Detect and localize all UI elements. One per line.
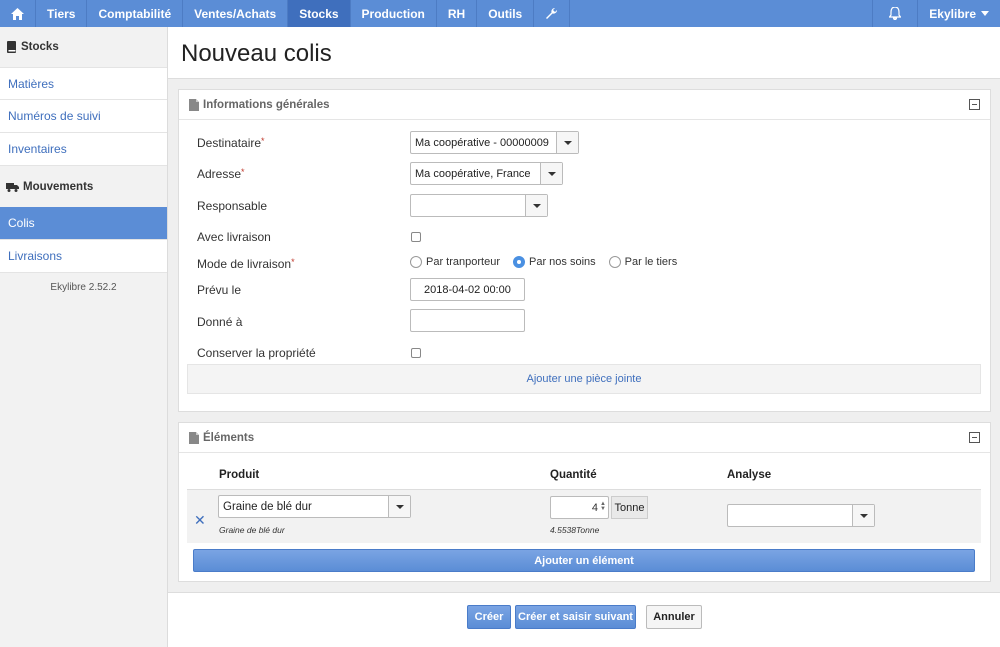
recipient-label: Destinataire* [197,136,265,150]
collapse-icon[interactable] [969,99,980,110]
home-icon[interactable] [0,0,36,27]
column-header-product: Produit [219,469,260,481]
add-element-button[interactable]: Ajouter un élément [193,549,975,572]
nav-production[interactable]: Production [351,0,437,27]
column-header-quantity: Quantité [550,469,597,481]
given-to-input[interactable] [410,309,525,332]
delivery-mode-label: Mode de livraison* [197,257,295,271]
sidebar-heading-mouvements: Mouvements [0,166,167,207]
planned-label: Prévu le [197,283,242,297]
planned-date-input[interactable]: 2018-04-02 00:00 [410,278,525,301]
with-delivery-checkbox[interactable] [411,232,421,242]
chevron-down-icon [981,11,989,16]
sidebar-item-inventaires[interactable]: Inventaires [0,133,167,166]
radio-button-checked[interactable] [512,256,525,268]
keep-ownership-checkbox[interactable] [411,348,421,358]
product-select[interactable]: Graine de blé dur [218,495,411,518]
delivery-mode-option-nos-soins[interactable]: Par nos soins [512,256,596,268]
delivery-mode-option-tiers[interactable]: Par le tiers [608,256,677,268]
sidebar-heading-stocks: Stocks [0,27,167,67]
book-icon [6,41,17,53]
user-menu[interactable]: Ekylibre [917,0,1000,27]
nav-ventes-achats[interactable]: Ventes/Achats [183,0,289,27]
cancel-button[interactable]: Annuler [646,605,702,629]
chevron-down-icon[interactable] [556,132,578,153]
create-button[interactable]: Créer [467,605,511,629]
chevron-down-icon[interactable] [525,195,547,216]
quantity-value: 4 [591,501,598,514]
sidebar-item-livraisons[interactable]: Livraisons [0,240,167,273]
analysis-select[interactable] [727,504,875,527]
responsible-select[interactable] [410,194,548,217]
recipient-select[interactable]: Ma coopérative - 00000009 [410,131,579,154]
product-subtitle: Graine de blé dur [219,525,285,535]
close-icon[interactable]: ✕ [194,512,206,529]
available-quantity: 4.5538Tonne [550,525,600,535]
column-header-analysis: Analyse [727,469,772,481]
given-to-label: Donné à [197,315,243,329]
elements-header[interactable]: Éléments [179,423,990,453]
nav-comptabilite[interactable]: Comptabilité [87,0,184,27]
document-icon [189,431,199,444]
sidebar: Stocks Matières Numéros de suivi Inventa… [0,27,168,647]
truck-icon [6,182,19,192]
keep-ownership-label: Conserver la propriété [197,346,316,360]
wrench-icon[interactable] [534,0,571,27]
sidebar-item-numeros-de-suivi[interactable]: Numéros de suivi [0,100,167,133]
sidebar-item-colis[interactable]: Colis [0,207,167,240]
create-and-next-button[interactable]: Créer et saisir suivant [515,605,636,629]
nav-stocks[interactable]: Stocks [288,0,351,27]
collapse-icon[interactable] [969,432,980,443]
general-info-header[interactable]: Informations générales [179,90,990,120]
radio-button[interactable] [410,256,422,268]
chevron-down-icon[interactable] [540,163,562,184]
quantity-input[interactable]: 4 ▲ ▼ [550,496,609,519]
product-value: Graine de blé dur [223,500,312,513]
user-name: Ekylibre [929,6,976,21]
radio-button[interactable] [608,256,621,268]
chevron-down-icon[interactable] [852,505,874,526]
top-navbar: Tiers Comptabilité Ventes/Achats Stocks … [0,0,1000,27]
page-title: Nouveau colis [181,40,332,67]
chevron-down-icon[interactable] [388,496,410,517]
sidebar-item-matieres[interactable]: Matières [0,67,167,100]
delivery-mode-radio-group: Par tranporteur Par nos soins Par le tie… [410,256,690,268]
add-attachment-link[interactable]: Ajouter une pièce jointe [187,364,981,394]
app-version: Ekylibre 2.52.2 [50,282,117,293]
responsible-label: Responsable [197,199,268,213]
elements-title: Éléments [203,431,255,444]
address-select[interactable]: Ma coopérative, France [410,162,563,185]
nav-rh[interactable]: RH [437,0,478,27]
address-label: Adresse* [197,167,245,181]
bell-icon[interactable] [872,0,917,27]
address-value: Ma coopérative, France [415,167,531,180]
page-header: Nouveau colis [168,27,1000,79]
delivery-mode-option-transporteur[interactable]: Par tranporteur [410,256,500,268]
spinner-icon[interactable]: ▲ ▼ [600,501,606,512]
nav-outils[interactable]: Outils [477,0,535,27]
document-icon [189,98,199,111]
nav-tiers[interactable]: Tiers [36,0,88,27]
with-delivery-label: Avec livraison [197,230,271,244]
general-info-title: Informations générales [203,98,330,111]
unit-label: Tonne [611,496,648,519]
recipient-value: Ma coopérative - 00000009 [415,136,549,149]
